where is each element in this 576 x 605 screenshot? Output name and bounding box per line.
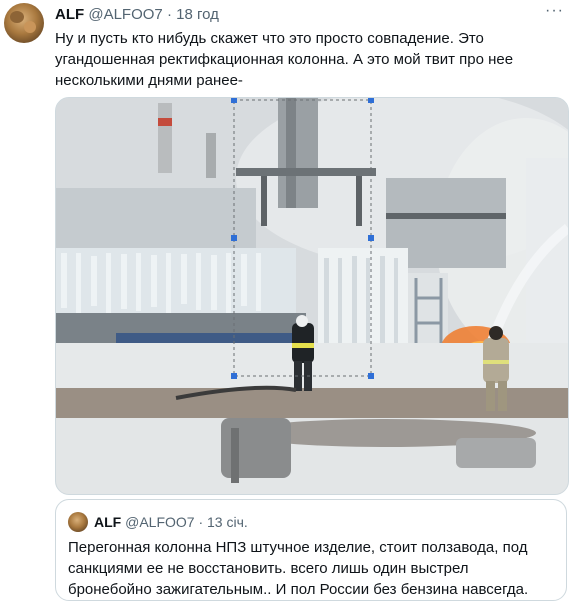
author-avatar[interactable] [4, 3, 44, 43]
avatar-detail [10, 11, 24, 23]
quoted-author-avatar[interactable] [68, 512, 88, 532]
tweet-text-line: угандошенная ректифкационная колонна. А … [55, 51, 514, 68]
photo-refinery-fire [56, 98, 568, 494]
tweet-photo[interactable] [55, 97, 569, 495]
quoted-tweet[interactable]: ALF @ALFOO7 · 13 січ. Перегонная колонна… [55, 499, 567, 601]
separator: · [198, 514, 204, 530]
author-name[interactable]: ALF [55, 6, 84, 23]
avatar-detail [24, 21, 36, 33]
more-options-icon[interactable]: ··· [545, 2, 564, 20]
separator: · [166, 6, 172, 23]
quoted-text-line: Перегонная колонна НПЗ штучное изделие, … [68, 539, 528, 556]
tweet-timestamp[interactable]: 18 год [176, 6, 219, 23]
quoted-tweet-text: Перегонная колонна НПЗ штучное изделие, … [68, 537, 556, 600]
quoted-text-line: бронебойно зажигательным.. И пол России … [68, 581, 529, 598]
quoted-author-handle[interactable]: @ALFOO7 [125, 514, 194, 530]
quoted-tweet-timestamp[interactable]: 13 січ. [207, 514, 248, 530]
quoted-text-line: санкциями ее не восстановить. всего лишь… [68, 560, 469, 577]
author-handle[interactable]: @ALFOO7 [88, 6, 162, 23]
tweet-header: ALF @ALFOO7 · 18 год [55, 5, 566, 25]
tweet-text: Ну и пусть кто нибудь скажет что это про… [55, 28, 565, 91]
quoted-tweet-header: ALF @ALFOO7 · 13 січ. [94, 512, 248, 532]
tweet-text-line: несколькими днями ранее- [55, 72, 243, 89]
quoted-author-name[interactable]: ALF [94, 514, 121, 530]
tweet-text-line: Ну и пусть кто нибудь скажет что это про… [55, 30, 484, 47]
